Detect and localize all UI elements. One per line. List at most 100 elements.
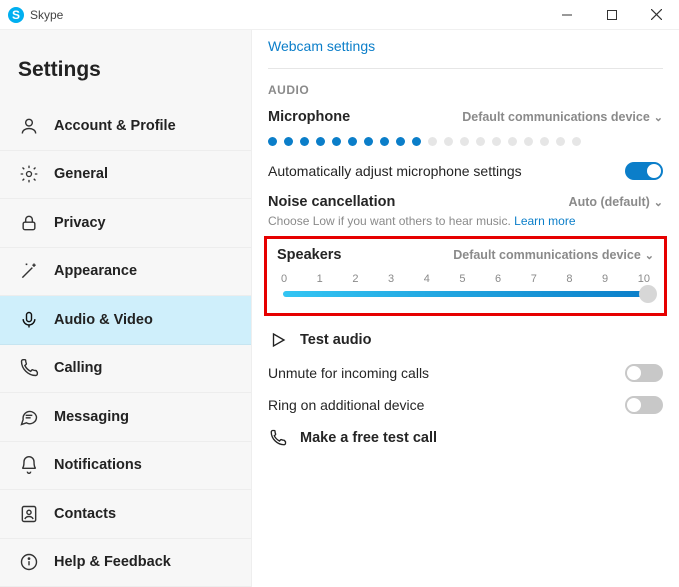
microphone-heading: Microphone bbox=[268, 109, 350, 125]
noise-cancellation-select[interactable]: Auto (default) ⌄ bbox=[569, 195, 663, 209]
test-audio-button[interactable]: Test audio bbox=[268, 330, 663, 350]
sidebar-item-account-profile[interactable]: Account & Profile bbox=[0, 102, 251, 151]
close-icon bbox=[651, 9, 662, 20]
skype-logo-icon: S bbox=[8, 7, 24, 23]
play-icon bbox=[268, 330, 288, 350]
ring-additional-toggle[interactable] bbox=[625, 396, 663, 414]
slider-thumb[interactable] bbox=[639, 285, 657, 303]
page-title: Settings bbox=[0, 40, 251, 102]
speakers-heading: Speakers bbox=[277, 247, 342, 263]
sidebar-item-audio-video[interactable]: Audio & Video bbox=[0, 296, 251, 345]
level-dot bbox=[300, 137, 309, 146]
level-dot bbox=[396, 137, 405, 146]
sidebar-item-label: Appearance bbox=[54, 263, 137, 279]
minimize-icon bbox=[562, 10, 572, 20]
level-dot bbox=[380, 137, 389, 146]
phone-icon bbox=[268, 428, 288, 448]
level-dot bbox=[412, 137, 421, 146]
sidebar-item-label: General bbox=[54, 166, 108, 182]
level-dot bbox=[332, 137, 341, 146]
microphone-level-meter bbox=[268, 137, 663, 146]
learn-more-link[interactable]: Learn more bbox=[514, 214, 575, 228]
speakers-device-select[interactable]: Default communications device ⌄ bbox=[453, 248, 654, 262]
audio-section-label: AUDIO bbox=[268, 83, 663, 97]
noise-cancellation-value: Auto (default) bbox=[569, 195, 650, 209]
test-audio-label: Test audio bbox=[300, 332, 371, 348]
contacts-icon bbox=[18, 503, 40, 525]
slider-tick: 3 bbox=[388, 273, 394, 285]
message-icon bbox=[18, 406, 40, 428]
slider-tick: 0 bbox=[281, 273, 287, 285]
noise-cancellation-heading: Noise cancellation bbox=[268, 194, 395, 210]
sidebar-item-privacy[interactable]: Privacy bbox=[0, 199, 251, 248]
chevron-down-icon: ⌄ bbox=[654, 111, 663, 124]
sidebar-item-notifications[interactable]: Notifications bbox=[0, 442, 251, 491]
sidebar-item-label: Help & Feedback bbox=[54, 554, 171, 570]
sidebar-item-messaging[interactable]: Messaging bbox=[0, 393, 251, 442]
sidebar-item-label: Audio & Video bbox=[54, 312, 153, 328]
level-dot bbox=[572, 137, 581, 146]
level-dot bbox=[524, 137, 533, 146]
level-dot bbox=[492, 137, 501, 146]
unmute-incoming-label: Unmute for incoming calls bbox=[268, 365, 429, 381]
level-dot bbox=[460, 137, 469, 146]
slider-tick: 2 bbox=[352, 273, 358, 285]
microphone-device-select[interactable]: Default communications device ⌄ bbox=[462, 110, 663, 124]
sidebar-item-calling[interactable]: Calling bbox=[0, 345, 251, 394]
window-minimize-button[interactable] bbox=[544, 0, 589, 30]
level-dot bbox=[508, 137, 517, 146]
sidebar-item-label: Privacy bbox=[54, 215, 106, 231]
free-test-call-button[interactable]: Make a free test call bbox=[268, 428, 663, 448]
microphone-device-label: Default communications device bbox=[462, 110, 650, 124]
titlebar: S Skype bbox=[0, 0, 679, 30]
speakers-device-label: Default communications device bbox=[453, 248, 641, 262]
sidebar-item-general[interactable]: General bbox=[0, 151, 251, 200]
window-maximize-button[interactable] bbox=[589, 0, 634, 30]
sidebar-item-contacts[interactable]: Contacts bbox=[0, 490, 251, 539]
slider-tick: 6 bbox=[495, 273, 501, 285]
ring-additional-label: Ring on additional device bbox=[268, 397, 424, 413]
webcam-settings-link[interactable]: Webcam settings bbox=[268, 38, 663, 54]
window-title: Skype bbox=[30, 8, 63, 22]
sidebar-item-help-feedback[interactable]: Help & Feedback bbox=[0, 539, 251, 587]
slider-tick: 4 bbox=[424, 273, 430, 285]
slider-tick: 8 bbox=[566, 273, 572, 285]
settings-main-panel: Webcam settings AUDIO Microphone Default… bbox=[252, 30, 679, 587]
window-close-button[interactable] bbox=[634, 0, 679, 30]
level-dot bbox=[316, 137, 325, 146]
auto-adjust-mic-toggle[interactable] bbox=[625, 162, 663, 180]
person-icon bbox=[18, 115, 40, 137]
slider-tick: 9 bbox=[602, 273, 608, 285]
chevron-down-icon: ⌄ bbox=[645, 249, 654, 262]
phone-icon bbox=[18, 357, 40, 379]
slider-tick: 1 bbox=[317, 273, 323, 285]
slider-tick: 7 bbox=[531, 273, 537, 285]
maximize-icon bbox=[607, 10, 617, 20]
unmute-incoming-toggle[interactable] bbox=[625, 364, 663, 382]
speakers-highlight-box: Speakers Default communications device ⌄… bbox=[264, 236, 667, 316]
level-dot bbox=[348, 137, 357, 146]
sidebar-item-label: Account & Profile bbox=[54, 118, 176, 134]
auto-adjust-mic-label: Automatically adjust microphone settings bbox=[268, 163, 522, 179]
sidebar-item-label: Calling bbox=[54, 360, 102, 376]
level-dot bbox=[268, 137, 277, 146]
level-dot bbox=[540, 137, 549, 146]
level-dot bbox=[556, 137, 565, 146]
free-test-call-label: Make a free test call bbox=[300, 430, 437, 446]
level-dot bbox=[284, 137, 293, 146]
settings-sidebar: Settings Account & Profile General Priva… bbox=[0, 30, 252, 587]
level-dot bbox=[428, 137, 437, 146]
level-dot bbox=[364, 137, 373, 146]
gear-icon bbox=[18, 163, 40, 185]
microphone-icon bbox=[18, 309, 40, 331]
level-dot bbox=[444, 137, 453, 146]
noise-cancellation-subtext: Choose Low if you want others to hear mu… bbox=[268, 214, 663, 228]
level-dot bbox=[476, 137, 485, 146]
speakers-volume-slider[interactable]: 012345678910 bbox=[277, 273, 654, 297]
info-icon bbox=[18, 551, 40, 573]
sidebar-item-label: Notifications bbox=[54, 457, 142, 473]
sidebar-item-appearance[interactable]: Appearance bbox=[0, 248, 251, 297]
wand-icon bbox=[18, 260, 40, 282]
sidebar-item-label: Contacts bbox=[54, 506, 116, 522]
sidebar-item-label: Messaging bbox=[54, 409, 129, 425]
